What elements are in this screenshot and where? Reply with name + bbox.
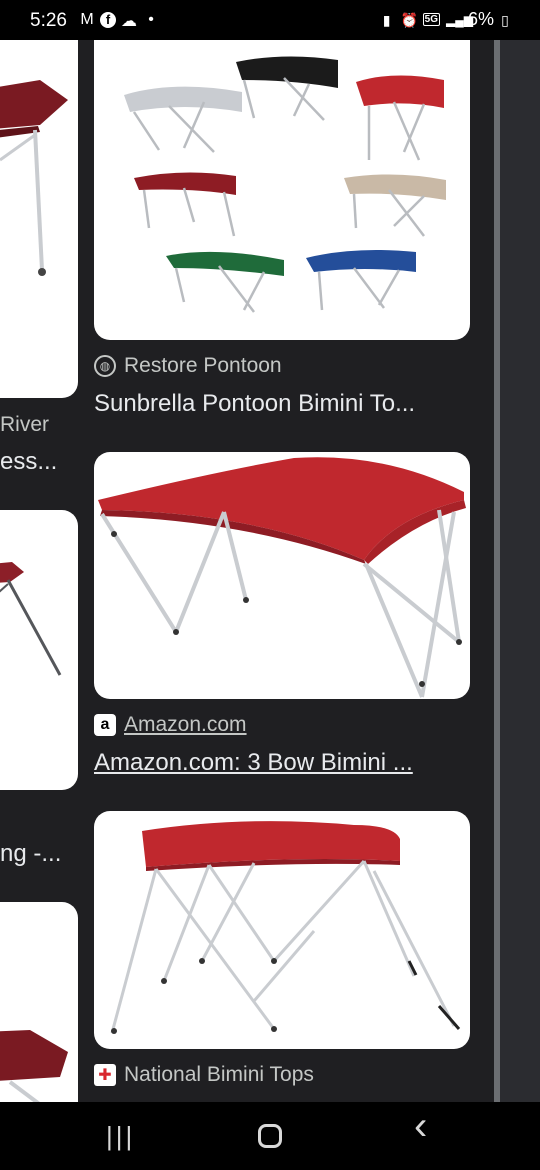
globe-icon: ◍ [94,355,116,377]
left-result-title-2[interactable]: ng -... [0,840,61,868]
result-title-2[interactable]: Amazon.com: 3 Bow Bimini ... [94,749,470,777]
system-icons: ▮ ⏰ 5G ▂▄▆ 6% ▯ [379,9,510,30]
battery-percent: 6% [467,9,494,29]
amazon-icon: a [94,714,116,736]
result-image-2[interactable] [94,452,470,699]
gmail-icon: M [80,11,94,28]
facebook-icon: f [100,12,116,28]
signal-icon: ▂▄▆ [445,12,473,27]
back-button[interactable]: ‹ [414,1106,427,1146]
clock: 5:26 [30,10,67,31]
canopy-image [0,1030,68,1102]
cloud-icon: ☁ [121,13,137,30]
red-bimini-image [110,821,461,1034]
source-label: Amazon.com [124,713,247,736]
right-gutter [500,40,540,1102]
battery-saver-icon: ▮ [382,11,391,28]
source-label: National Bimini Tops [124,1063,314,1086]
red-bimini-image [98,457,466,698]
recents-button[interactable]: ||| [106,1122,135,1150]
left-result-image-1[interactable] [0,40,78,398]
image-results-grid[interactable]: River ess... ng -... ◍ Restore Pontoon S… [0,40,540,1102]
home-button[interactable] [258,1124,282,1148]
left-result-source: River [0,413,50,436]
result-source-3[interactable]: ✚ National Bimini Tops [94,1063,314,1087]
bimini-colors-image [124,56,446,313]
alarm-icon: ⏰ [400,11,419,28]
result-image-1[interactable] [94,40,470,340]
result-source-2[interactable]: a Amazon.com [94,713,247,737]
source-label: Restore Pontoon [124,354,282,377]
navigation-bar: ||| ‹ [0,1102,540,1170]
canopy-image [0,80,68,276]
notification-dot: • [148,11,154,28]
network-type-label: 5G [422,13,440,26]
result-title-1[interactable]: Sunbrella Pontoon Bimini To... [94,390,470,418]
national-bimini-icon: ✚ [94,1064,116,1086]
result-source-1[interactable]: ◍ Restore Pontoon [94,354,282,378]
canopy-image [0,562,62,676]
battery-icon: ▯ [501,11,509,28]
status-bar: 5:26 M f ☁ • ▮ ⏰ 5G ▂▄▆ 6% ▯ [0,0,540,40]
result-image-3[interactable] [94,811,470,1049]
notification-icons: M f ☁ • [78,11,160,31]
left-result-title[interactable]: ess... [0,448,57,476]
left-result-image-3[interactable] [0,902,78,1102]
left-result-image-2[interactable] [0,510,78,790]
